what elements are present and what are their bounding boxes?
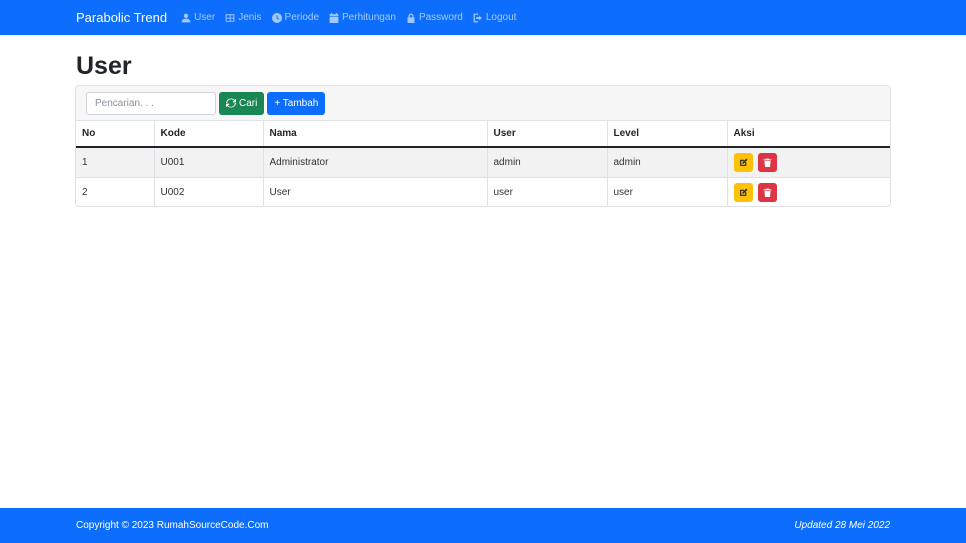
table-row: 1 U001 Administrator admin admin [76, 147, 890, 178]
nav-item-label: User [194, 12, 216, 23]
cell-nama: User [263, 177, 488, 206]
cell-nama: Administrator [263, 147, 488, 178]
search-button-label: Cari [239, 97, 258, 109]
calendar-icon [329, 12, 339, 23]
cell-level: admin [607, 147, 728, 178]
edit-icon [739, 188, 747, 196]
add-button[interactable]: + Tambah [267, 91, 326, 115]
nav-item-label: Jenis [238, 12, 262, 23]
cell-no: 2 [76, 177, 155, 206]
nav-item-label: Periode [284, 12, 320, 23]
column-header-user: User [487, 121, 608, 148]
add-button-label: + Tambah [274, 97, 319, 109]
cell-user: admin [487, 147, 608, 178]
cell-level: user [607, 177, 728, 206]
user-card: Cari + Tambah No Kode Nama User Level Ak… [75, 85, 891, 207]
table-row: 2 U002 User user user [76, 177, 890, 206]
lock-icon [407, 13, 415, 23]
table-icon [225, 13, 235, 22]
column-header-no: No [76, 121, 155, 148]
updated-text: Updated 28 Mei 2022 [794, 520, 890, 531]
nav-item-logout[interactable]: Logout [473, 12, 517, 23]
toolbar: Cari + Tambah [76, 86, 890, 121]
nav-item-label: Perhitungan [342, 12, 396, 23]
trash-icon [763, 188, 772, 197]
delete-button[interactable] [758, 182, 778, 202]
nav-item-label: Password [418, 12, 463, 23]
nav-item-jenis[interactable]: Jenis [225, 12, 262, 23]
footer: Copyright © 2023 RumahSourceCode.Com Upd… [0, 508, 966, 543]
cell-no: 1 [76, 147, 155, 178]
brand-link[interactable]: Parabolic Trend [76, 10, 167, 25]
cell-aksi [727, 177, 890, 206]
cell-aksi [727, 147, 890, 178]
search-button[interactable]: Cari [219, 91, 265, 115]
edit-icon [739, 158, 747, 166]
trash-icon [763, 158, 772, 167]
user-table: No Kode Nama User Level Aksi 1 U001 Admi… [76, 121, 890, 206]
user-icon [181, 13, 191, 22]
cell-kode: U001 [154, 147, 264, 178]
column-header-aksi: Aksi [727, 121, 890, 148]
nav-item-periode[interactable]: Periode [271, 12, 320, 23]
nav-item-user[interactable]: User [181, 12, 215, 23]
nav-item-perhitungan[interactable]: Perhitungan [329, 12, 396, 23]
nav-item-label: Logout [485, 12, 517, 23]
refresh-icon [226, 98, 236, 108]
top-navbar: Parabolic Trend User Jenis Periode Perhi… [0, 0, 966, 35]
clock-icon [271, 12, 282, 23]
nav-item-password[interactable]: Password [406, 12, 463, 23]
page-title: User [76, 52, 132, 80]
table-header-row: No Kode Nama User Level Aksi [76, 121, 890, 148]
edit-button[interactable] [733, 152, 753, 172]
copyright-text: Copyright © 2023 RumahSourceCode.Com [76, 520, 269, 531]
column-header-kode: Kode [154, 121, 264, 148]
column-header-level: Level [607, 121, 728, 148]
edit-button[interactable] [733, 182, 753, 202]
cell-kode: U002 [154, 177, 264, 206]
column-header-nama: Nama [263, 121, 488, 148]
logout-icon [473, 13, 482, 22]
cell-user: user [487, 177, 608, 206]
search-input[interactable] [86, 91, 216, 115]
delete-button[interactable] [758, 152, 778, 172]
